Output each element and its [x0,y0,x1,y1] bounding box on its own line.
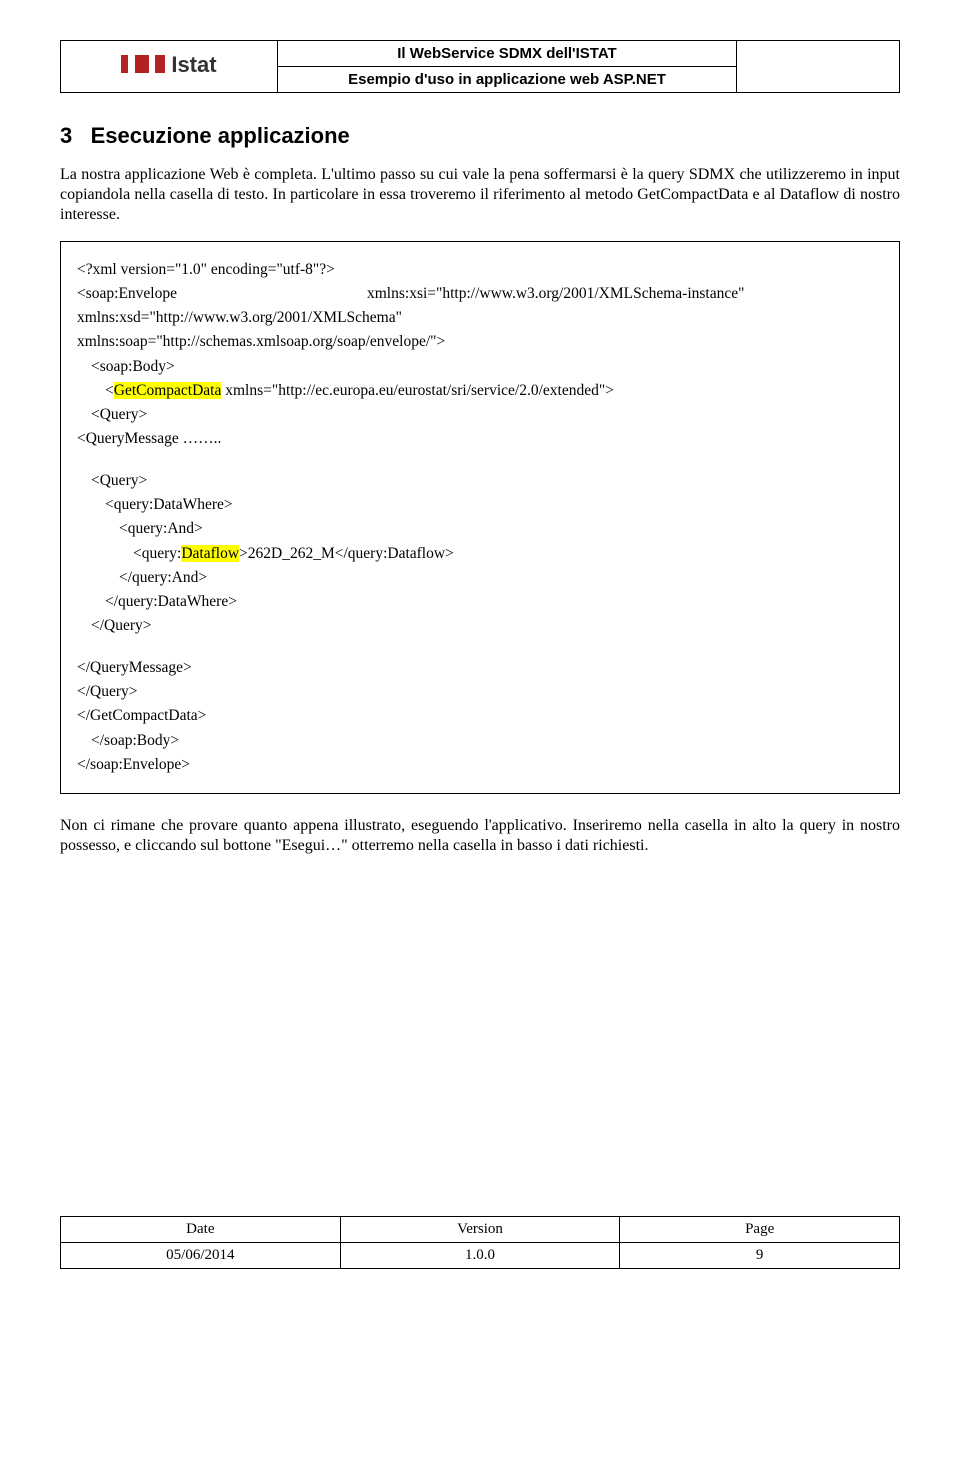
code-line: </Query> [77,616,883,636]
header-title-2: Esempio d'uso in applicazione web ASP.NE… [278,67,737,93]
code-blank [77,640,883,654]
footer-table: Date Version Page 05/06/2014 1.0.0 9 [60,1216,900,1269]
code-line: </QueryMessage> [77,658,883,678]
highlighted-dataflow: Dataflow [181,545,239,562]
code-example-box: <?xml version="1.0" encoding="utf-8"?> <… [60,241,900,794]
footer-version-label: Version [340,1216,620,1242]
code-fragment: <soap:Envelope [77,284,367,304]
code-line: <Query> [77,471,883,491]
footer-version-value: 1.0.0 [340,1242,620,1268]
footer: Date Version Page 05/06/2014 1.0.0 9 [60,1216,900,1269]
code-fragment: >262D_262_M</query:Dataflow> [239,545,454,562]
code-line: <soap:Envelopexmlns:xsi="http://www.w3.o… [77,284,883,304]
page: Istat Il WebService SDMX dell'ISTAT Esem… [0,0,960,1299]
logo-bars-icon [121,55,167,78]
code-line: <query:DataWhere> [77,495,883,515]
code-line: </soap:Envelope> [77,755,883,775]
section-number: 3 [60,123,72,148]
paragraph-2: Non ci rimane che provare quanto appena … [60,816,900,856]
code-line: <query:Dataflow>262D_262_M</query:Datafl… [77,544,883,564]
code-fragment: xmlns:xsi="http://www.w3.org/2001/XMLSch… [367,285,744,302]
section-title: Esecuzione applicazione [91,123,350,148]
code-line: xmlns:xsd="http://www.w3.org/2001/XMLSch… [77,308,883,328]
footer-page-value: 9 [620,1242,900,1268]
code-line: </query:DataWhere> [77,592,883,612]
code-line: <Query> [77,405,883,425]
code-line: <?xml version="1.0" encoding="utf-8"?> [77,260,883,280]
code-line: <soap:Body> [77,357,883,377]
code-line: </soap:Body> [77,731,883,751]
code-line: </GetCompactData> [77,706,883,726]
code-line: </query:And> [77,568,883,588]
header-title-1: Il WebService SDMX dell'ISTAT [278,41,737,67]
paragraph-1: La nostra applicazione Web è completa. L… [60,165,900,225]
code-line: </Query> [77,682,883,702]
code-fragment: <query: [133,545,181,562]
footer-page-label: Page [620,1216,900,1242]
footer-date-label: Date [61,1216,341,1242]
logo-text: Istat [171,52,216,78]
code-line: xmlns:soap="http://schemas.xmlsoap.org/s… [77,332,883,352]
header-empty-cell [737,41,900,93]
header-table: Istat Il WebService SDMX dell'ISTAT Esem… [60,40,900,93]
code-blank [77,453,883,467]
code-fragment: < [105,382,114,399]
code-line: <query:And> [77,519,883,539]
code-line: <GetCompactData xmlns="http://ec.europa.… [77,381,883,401]
logo-cell: Istat [61,41,278,93]
istat-logo: Istat [121,54,216,80]
section-heading: 3 Esecuzione applicazione [60,123,900,149]
footer-date-value: 05/06/2014 [61,1242,341,1268]
highlighted-method: GetCompactData [114,382,222,399]
code-fragment: xmlns="http://ec.europa.eu/eurostat/sri/… [221,382,614,399]
code-line: <QueryMessage …….. [77,429,883,449]
